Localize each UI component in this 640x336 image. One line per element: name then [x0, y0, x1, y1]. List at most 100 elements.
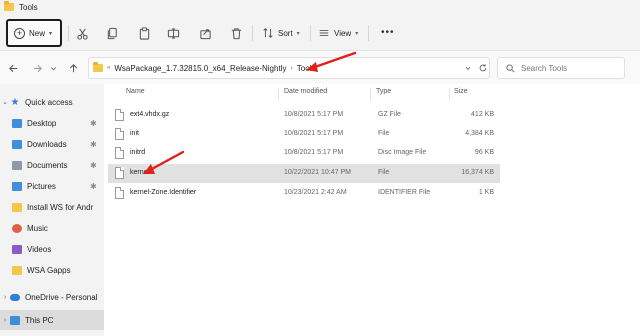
sidebar-item-this-pc[interactable]: › This PC	[0, 310, 104, 330]
column-divider[interactable]	[370, 88, 371, 100]
title-bar: Tools	[0, 0, 640, 14]
sort-button[interactable]: Sort ▾	[262, 25, 300, 41]
up-icon[interactable]	[66, 61, 80, 75]
column-header-date[interactable]: Date modified	[284, 88, 327, 95]
file-name: kernel-Zone.Identifier	[130, 189, 197, 196]
file-list: Name Date modified Type Size ext4.vhdx.g…	[104, 84, 640, 336]
address-bar[interactable]: « WsaPackage_1.7.32815.0_x64_Release-Nig…	[88, 57, 490, 79]
folder-icon	[12, 202, 22, 212]
column-header-type[interactable]: Type	[376, 88, 391, 95]
window-title: Tools	[19, 2, 38, 12]
file-type: Disc Image File	[378, 149, 427, 156]
sidebar-item-label: Documents	[27, 160, 68, 170]
file-size: 16,374 KB	[461, 169, 494, 176]
file-name: init	[130, 130, 139, 137]
chevron-down-icon: ▾	[355, 30, 359, 37]
search-placeholder: Search Tools	[521, 63, 568, 73]
sidebar-item-install-ws[interactable]: Install WS for Andr	[0, 197, 104, 217]
command-bar: + New ▾ Sort ▾ View ▾ •••	[0, 14, 640, 51]
file-size: 96 KB	[474, 149, 494, 156]
address-dropdown-icon[interactable]	[462, 57, 474, 79]
paste-icon[interactable]	[136, 25, 152, 41]
folder-icon	[4, 1, 14, 11]
delete-icon[interactable]	[228, 25, 244, 41]
sidebar-item-label: This PC	[25, 315, 54, 325]
sidebar-item-pictures[interactable]: Pictures ✱	[0, 176, 104, 196]
cut-icon[interactable]	[74, 25, 90, 41]
column-divider[interactable]	[278, 88, 279, 100]
file-date: 10/8/2021 5:17 PM	[284, 130, 344, 137]
desktop-icon	[12, 118, 22, 128]
pin-icon: ✱	[90, 181, 97, 191]
table-row[interactable]: init 10/8/2021 5:17 PM File 4,384 KB	[108, 125, 500, 144]
more-options-button[interactable]: •••	[381, 28, 395, 38]
search-input[interactable]: Search Tools	[497, 57, 625, 79]
file-icon	[115, 167, 124, 179]
file-icon	[115, 128, 124, 140]
sidebar-item-label: Quick access	[25, 97, 73, 107]
sidebar-item-desktop[interactable]: Desktop ✱	[0, 113, 104, 133]
sidebar-item-quick-access[interactable]: ⌄ ★ Quick access	[0, 92, 104, 112]
file-size: 4,384 KB	[465, 130, 494, 137]
chevron-right-icon[interactable]: ›	[0, 317, 10, 324]
sort-label: Sort	[278, 28, 293, 38]
file-icon	[115, 187, 124, 199]
sidebar-item-onedrive[interactable]: › OneDrive - Personal	[0, 287, 104, 307]
pc-icon	[10, 315, 20, 325]
sidebar-item-label: Downloads	[27, 139, 67, 149]
view-button[interactable]: View ▾	[318, 25, 358, 41]
sidebar-item-label: Desktop	[27, 118, 57, 128]
file-date: 10/8/2021 5:17 PM	[284, 149, 344, 156]
sidebar-item-label: Videos	[27, 244, 52, 254]
new-button[interactable]: + New ▾	[6, 19, 62, 47]
sidebar-item-music[interactable]: Music	[0, 218, 104, 238]
breadcrumb-wsapackage[interactable]: WsaPackage_1.7.32815.0_x64_Release-Night…	[114, 64, 286, 73]
videos-icon	[12, 244, 22, 254]
sidebar-item-downloads[interactable]: Downloads ✱	[0, 134, 104, 154]
view-icon	[319, 29, 329, 37]
table-row[interactable]: ext4.vhdx.gz 10/8/2021 5:17 PM GZ File 4…	[108, 106, 500, 125]
view-label: View	[334, 28, 352, 38]
divider	[252, 25, 253, 41]
sidebar-item-documents[interactable]: Documents ✱	[0, 155, 104, 175]
address-overflow[interactable]: «	[107, 65, 110, 71]
file-date: 10/23/2021 2:42 AM	[284, 189, 347, 196]
search-icon	[506, 63, 515, 72]
refresh-icon[interactable]	[477, 57, 489, 79]
pin-icon: ✱	[90, 160, 97, 170]
table-row[interactable]: kernel-Zone.Identifier 10/23/2021 2:42 A…	[108, 184, 500, 203]
chevron-down-icon: ▾	[296, 30, 300, 37]
plus-icon: +	[14, 27, 25, 39]
documents-icon	[12, 160, 22, 170]
star-icon: ★	[10, 96, 20, 108]
chevron-down-icon[interactable]: ⌄	[0, 98, 10, 106]
pin-icon: ✱	[90, 118, 97, 128]
divider	[68, 25, 69, 41]
music-icon	[12, 223, 22, 233]
divider	[310, 25, 311, 41]
pin-icon: ✱	[90, 139, 97, 149]
sidebar-item-videos[interactable]: Videos	[0, 239, 104, 259]
recent-locations-icon[interactable]	[46, 61, 60, 75]
chevron-down-icon: ▾	[49, 30, 53, 37]
copy-icon[interactable]	[104, 25, 120, 41]
column-divider[interactable]	[449, 88, 450, 100]
sidebar-item-label: Music	[27, 223, 48, 233]
file-type: GZ File	[378, 111, 401, 118]
file-date: 10/8/2021 5:17 PM	[284, 111, 344, 118]
file-type: File	[378, 130, 390, 137]
share-icon[interactable]	[197, 25, 213, 41]
back-icon[interactable]	[6, 61, 20, 75]
column-header-size[interactable]: Size	[454, 88, 468, 95]
forward-icon[interactable]	[30, 61, 44, 75]
rename-icon[interactable]	[165, 25, 181, 41]
file-date: 10/22/2021 10:47 PM	[284, 169, 351, 176]
sidebar-item-label: Install WS for Andr	[27, 202, 94, 212]
sidebar-item-label: Pictures	[27, 181, 56, 191]
chevron-right-icon[interactable]: ›	[0, 294, 10, 301]
sidebar-item-wsa-gapps[interactable]: WSA Gapps	[0, 260, 104, 280]
file-size: 1 KB	[478, 189, 494, 196]
file-name: ext4.vhdx.gz	[130, 111, 170, 118]
folder-icon	[12, 265, 22, 275]
column-header-name[interactable]: Name	[126, 88, 145, 95]
